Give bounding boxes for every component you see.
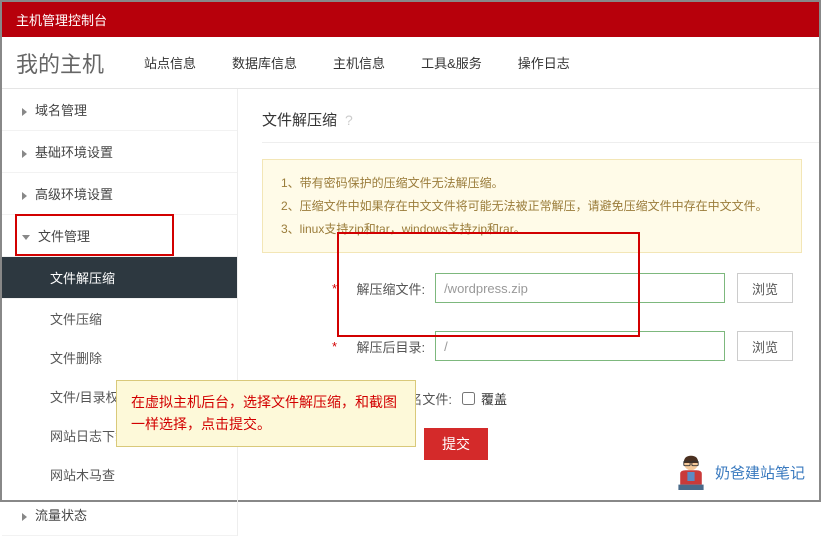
tab-host-info[interactable]: 主机信息 [333,53,385,72]
header: 我的主机 站点信息 数据库信息 主机信息 工具&服务 操作日志 [2,37,819,89]
annotation-box: 在虚拟主机后台，选择文件解压缩，和截图一样选择，点击提交。 [116,380,416,447]
content-title: 文件解压缩 ? [262,109,819,143]
sidebar-item-adv-env[interactable]: 高级环境设置 [2,173,237,215]
checkbox-overwrite[interactable] [462,392,475,405]
caret-right-icon [22,513,27,521]
caret-right-icon [22,150,27,158]
page-title: 我的主机 [16,47,104,79]
avatar-icon [673,452,709,492]
sidebar-item-file-mgmt[interactable]: 文件管理 [2,215,237,257]
form-row-dest: * 解压后目录: 浏览 [332,331,819,361]
tab-tools[interactable]: 工具&服务 [421,53,482,72]
browse-source-button[interactable]: 浏览 [737,273,793,303]
sidebar-item-basic-env[interactable]: 基础环境设置 [2,131,237,173]
sidebar-item-domain[interactable]: 域名管理 [2,89,237,131]
submit-button[interactable]: 提交 [424,428,488,460]
watermark: 奶爸建站笔记 [673,452,805,492]
input-source[interactable] [435,273,725,303]
notice-box: 1、带有密码保护的压缩文件无法解压缩。 2、压缩文件中如果存在中文文件将可能无法… [262,159,802,253]
notice-line-3: 3、linux支持zip和tar，windows支持zip和rar。 [281,218,783,241]
sidebar: 域名管理 基础环境设置 高级环境设置 文件管理 文件解压缩 文件压缩 文件删除 … [2,89,238,536]
required-mark: * [332,281,337,296]
browse-dest-button[interactable]: 浏览 [737,331,793,361]
overwrite-text: 覆盖 [481,389,507,408]
caret-right-icon [22,108,27,116]
nav-tabs: 站点信息 数据库信息 主机信息 工具&服务 操作日志 [144,53,570,72]
topbar-title: 主机管理控制台 [16,13,107,28]
caret-right-icon [22,192,27,200]
sidebar-item-trojan[interactable]: 网站木马查 [2,455,237,494]
watermark-text: 奶爸建站笔记 [715,462,805,483]
label-source: 解压缩文件: [343,279,425,298]
input-dest[interactable] [435,331,725,361]
tab-db-info[interactable]: 数据库信息 [232,53,297,72]
topbar: 主机管理控制台 [2,2,819,37]
caret-down-icon [22,235,30,240]
sidebar-item-traffic[interactable]: 流量状态 [2,494,237,536]
required-mark: * [332,339,337,354]
notice-line-2: 2、压缩文件中如果存在中文文件将可能无法被正常解压，请避免压缩文件中存在中文文件… [281,195,783,218]
sidebar-item-decompress[interactable]: 文件解压缩 [2,257,237,299]
tab-logs[interactable]: 操作日志 [518,53,570,72]
sidebar-item-compress[interactable]: 文件压缩 [2,299,237,338]
sidebar-item-delete[interactable]: 文件删除 [2,338,237,377]
tab-site-info[interactable]: 站点信息 [144,53,196,72]
notice-line-1: 1、带有密码保护的压缩文件无法解压缩。 [281,172,783,195]
help-icon[interactable]: ? [345,112,353,128]
form-row-source: * 解压缩文件: 浏览 [332,273,819,303]
label-dest: 解压后目录: [343,337,425,356]
